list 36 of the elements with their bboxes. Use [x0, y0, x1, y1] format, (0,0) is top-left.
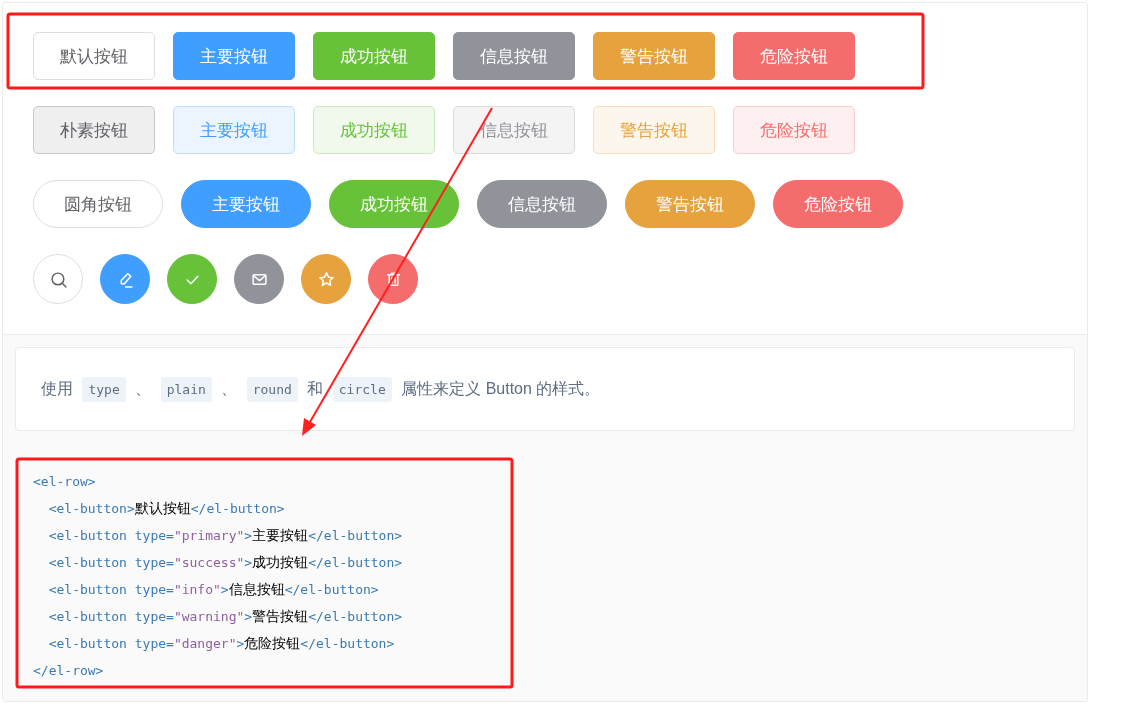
code-line: <el-row>: [33, 473, 96, 491]
trash-icon: [384, 270, 402, 288]
code-line: <el-button type="danger">危险按钮</el-button>: [47, 634, 395, 653]
round-button[interactable]: 危险按钮: [773, 180, 903, 228]
round-button[interactable]: 信息按钮: [477, 180, 607, 228]
round-button[interactable]: 主要按钮: [181, 180, 311, 228]
code-line: </el-row>: [33, 662, 104, 680]
search-button[interactable]: [33, 254, 83, 304]
code-line: <el-button>默认按钮</el-button>: [47, 499, 285, 518]
round-button[interactable]: 成功按钮: [329, 180, 459, 228]
plain-button[interactable]: 警告按钮: [593, 106, 715, 154]
code-line: <el-button type="info">信息按钮</el-button>: [47, 580, 379, 599]
check-button[interactable]: [167, 254, 217, 304]
description-text: 使用 type 、 plain 、 round 和 circle 属性来定义 Button 的样式。: [41, 378, 601, 400]
button[interactable]: 危险按钮: [733, 32, 855, 80]
star-button[interactable]: [301, 254, 351, 304]
plain-button[interactable]: 信息按钮: [453, 106, 575, 154]
button[interactable]: 警告按钮: [593, 32, 715, 80]
plain-button[interactable]: 成功按钮: [313, 106, 435, 154]
button[interactable]: 默认按钮: [33, 32, 155, 80]
button[interactable]: 主要按钮: [173, 32, 295, 80]
plain-button[interactable]: 主要按钮: [173, 106, 295, 154]
round-button[interactable]: 圆角按钮: [33, 180, 163, 228]
message-button[interactable]: [234, 254, 284, 304]
button[interactable]: 信息按钮: [453, 32, 575, 80]
code-line: <el-button type="warning">警告按钮</el-button>: [47, 607, 403, 626]
search-icon: [49, 270, 67, 288]
round-button[interactable]: 警告按钮: [625, 180, 755, 228]
star-icon: [317, 270, 335, 288]
edit-button[interactable]: [100, 254, 150, 304]
plain-button[interactable]: 危险按钮: [733, 106, 855, 154]
plain-button[interactable]: 朴素按钮: [33, 106, 155, 154]
button[interactable]: 成功按钮: [313, 32, 435, 80]
code-line: <el-button type="primary">主要按钮</el-button>: [47, 526, 403, 545]
code-line: <el-button type="success">成功按钮</el-button>: [47, 553, 403, 572]
delete-button[interactable]: [368, 254, 418, 304]
